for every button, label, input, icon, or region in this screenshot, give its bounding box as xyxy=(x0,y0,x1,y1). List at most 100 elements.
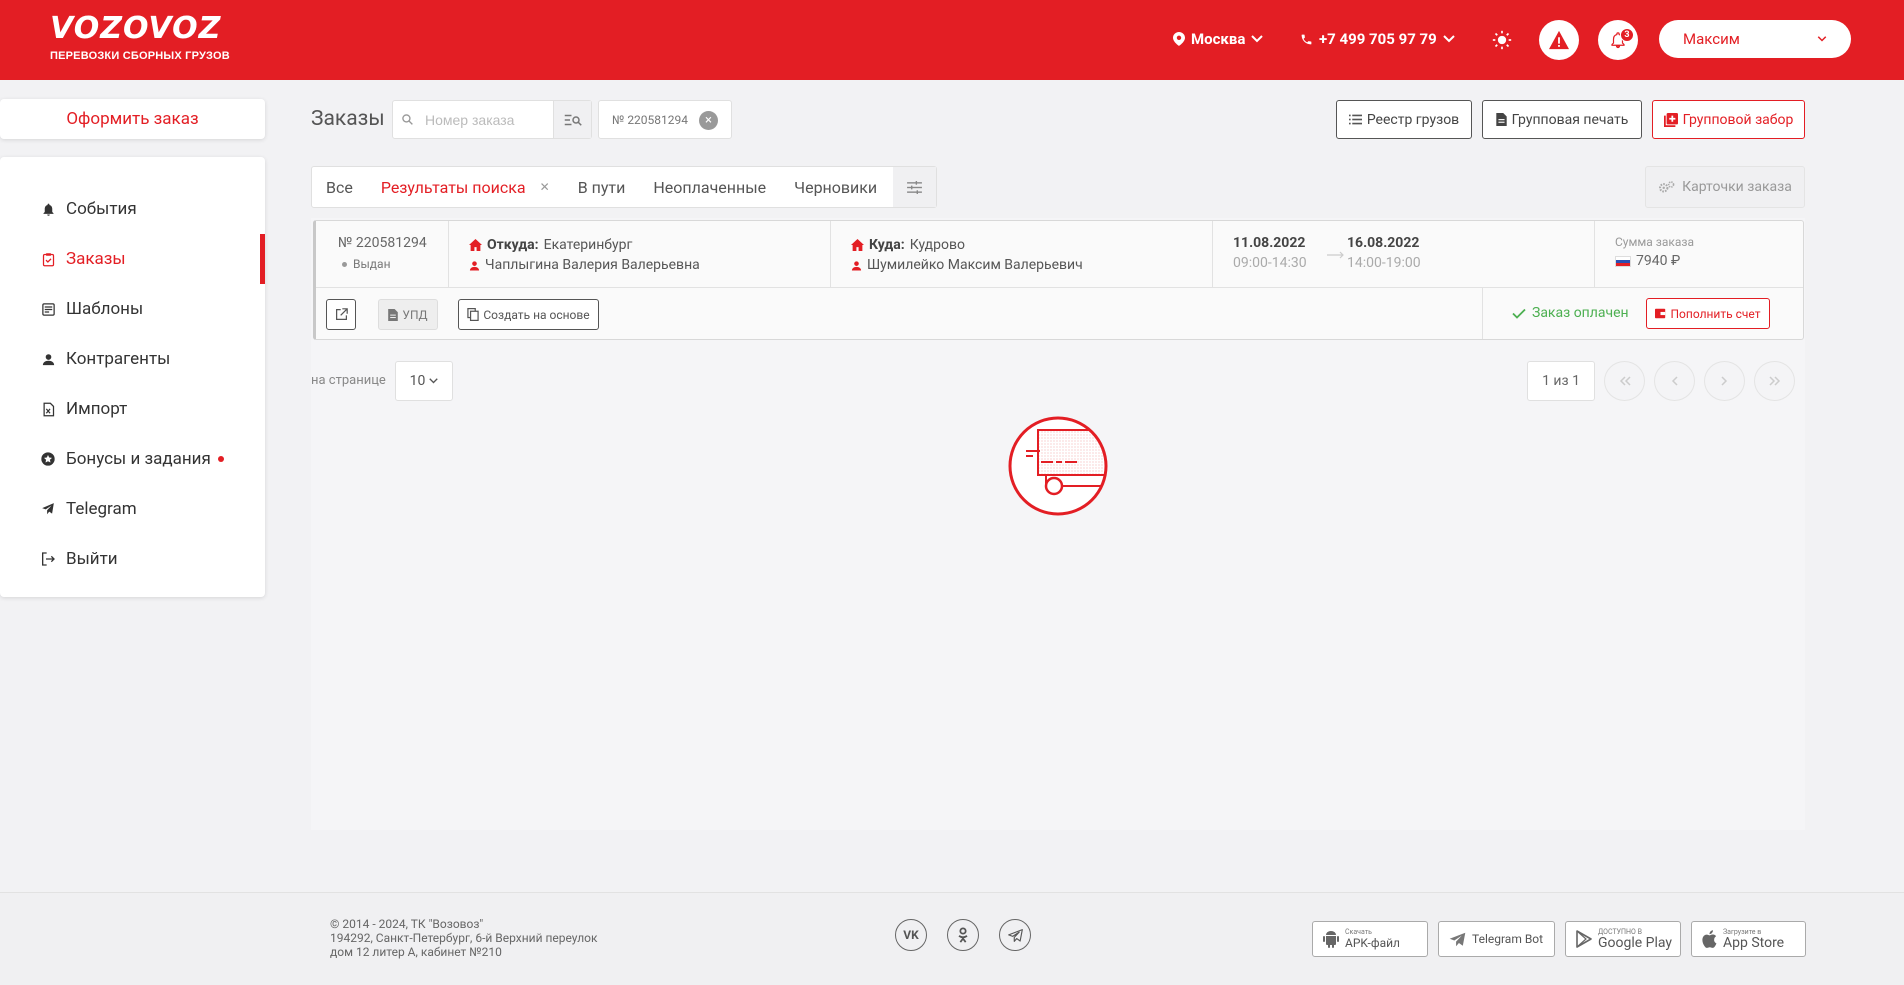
external-link-icon xyxy=(335,308,348,320)
paid-status: Заказ оплачен xyxy=(1512,305,1629,321)
close-icon[interactable]: ✕ xyxy=(540,180,550,194)
tab-all[interactable]: Все xyxy=(326,178,353,197)
page-title: Заказы xyxy=(311,107,385,131)
user-menu[interactable]: Максим xyxy=(1659,20,1851,58)
chevron-right-icon xyxy=(1721,376,1728,386)
button-label: Групповой забор xyxy=(1682,111,1794,128)
theme-toggle[interactable] xyxy=(1492,30,1512,54)
create-order-button[interactable]: Оформить заказ xyxy=(0,99,265,139)
per-page-value: 10 xyxy=(409,373,426,389)
order-status: Выдан xyxy=(342,257,448,271)
per-page-label: на странице xyxy=(311,373,386,388)
sidebar-item-orders[interactable]: Заказы xyxy=(0,234,265,284)
tab-label: В пути xyxy=(577,177,626,197)
apk-download-button[interactable]: Скачать APK-файл xyxy=(1312,921,1428,957)
create-based-on-button[interactable]: Создать на основе xyxy=(458,299,599,330)
phone-selector[interactable]: +7 499 705 97 79 xyxy=(1300,30,1455,48)
logout-icon xyxy=(40,551,56,567)
sliders-icon xyxy=(907,180,923,194)
button-label: Создать на основе xyxy=(483,307,590,322)
next-page-button[interactable] xyxy=(1704,361,1745,401)
copy-icon xyxy=(467,308,480,321)
group-pickup-button[interactable]: Групповой забор xyxy=(1652,100,1805,139)
sidebar-item-logout[interactable]: Выйти xyxy=(0,534,265,584)
app-store-button[interactable]: Загрузите в App Store xyxy=(1691,921,1806,957)
tab-unpaid[interactable]: Неоплаченные xyxy=(653,178,766,197)
button-label: Карточки заказа xyxy=(1682,179,1792,195)
person-icon xyxy=(40,351,56,367)
chevron-down-icon xyxy=(1251,35,1264,43)
order-search xyxy=(392,100,592,139)
time-to: 14:00-19:00 xyxy=(1347,255,1421,271)
chevron-down-icon xyxy=(429,378,439,384)
date-from: 11.08.2022 xyxy=(1233,235,1306,251)
address-line: 194292, Санкт-Петербург, 6-й Верхний пер… xyxy=(330,931,598,945)
store-text: ДОСТУПНО В Google Play xyxy=(1598,928,1672,950)
double-chevron-left-icon xyxy=(1619,376,1631,386)
sidebar-item-templates[interactable]: Шаблоны xyxy=(0,284,265,334)
telegram-icon[interactable] xyxy=(999,919,1031,951)
advanced-search-button[interactable] xyxy=(553,101,591,138)
open-order-button[interactable] xyxy=(326,299,356,330)
divider xyxy=(1482,288,1483,339)
document-icon xyxy=(1495,113,1507,126)
warning-button[interactable] xyxy=(1539,20,1579,60)
add-box-icon xyxy=(1663,112,1678,127)
search-input[interactable] xyxy=(421,104,566,135)
from-city: Екатеринбург xyxy=(543,237,633,253)
sidebar-item-label: Выйти xyxy=(66,549,118,569)
cargo-registry-button[interactable]: Реестр грузов xyxy=(1336,100,1472,139)
telegram-bot-button[interactable]: Telegram Bot xyxy=(1438,921,1555,957)
prev-page-button[interactable] xyxy=(1654,361,1695,401)
google-play-button[interactable]: ДОСТУПНО В Google Play xyxy=(1565,921,1681,957)
order-card[interactable]: № 220581294 Выдан Откуда: Екатеринбург Ч… xyxy=(313,220,1804,340)
wallet-icon xyxy=(1655,308,1666,319)
last-page-button[interactable] xyxy=(1754,361,1795,401)
paid-label: Заказ оплачен xyxy=(1532,305,1629,321)
from-person: Чаплыгина Валерия Валерьевна xyxy=(485,257,700,273)
tab-drafts[interactable]: Черновики xyxy=(794,178,877,197)
order-cards-button[interactable]: Карточки заказа xyxy=(1645,166,1805,208)
order-number-cell: № 220581294 Выдан xyxy=(316,221,449,288)
top-up-button[interactable]: Пополнить счет xyxy=(1646,298,1770,329)
close-icon[interactable]: × xyxy=(699,111,718,130)
sidebar-item-label: Импорт xyxy=(66,399,128,419)
to-label: Куда: xyxy=(869,237,905,253)
user-name: Максим xyxy=(1683,30,1740,48)
first-page-button[interactable] xyxy=(1604,361,1645,401)
from-city-line: Откуда: Екатеринбург xyxy=(469,235,830,255)
order-sum-cell: Сумма заказа 7940 ₽ xyxy=(1595,221,1804,288)
logo-tagline: ПЕРЕВОЗКИ СБОРНЫХ ГРУЗОВ xyxy=(50,50,230,62)
telegram-icon xyxy=(1449,932,1466,946)
tab-settings-button[interactable] xyxy=(893,167,937,207)
vk-icon[interactable]: VK xyxy=(895,919,927,951)
to-city-line: Куда: Кудрово xyxy=(851,235,1212,255)
sidebar-item-import[interactable]: Импорт xyxy=(0,384,265,434)
sun-icon xyxy=(1492,30,1512,50)
sum-label: Сумма заказа xyxy=(1615,235,1695,249)
notifications-button[interactable]: 3 xyxy=(1598,20,1638,60)
logo[interactable]: VOZOVOZ ПЕРЕВОЗКИ СБОРНЫХ ГРУЗОВ xyxy=(50,14,230,63)
tab-search-results[interactable]: Результаты поиска ✕ xyxy=(381,178,550,197)
tab-in-transit[interactable]: В пути xyxy=(578,178,626,197)
document-icon xyxy=(388,308,399,321)
notification-dot xyxy=(217,456,224,462)
city-label: Москва xyxy=(1191,30,1246,48)
clipboard-check-icon xyxy=(40,251,56,267)
odnoklassniki-icon[interactable] xyxy=(947,919,979,951)
sidebar-item-counterparties[interactable]: Контрагенты xyxy=(0,334,265,384)
city-selector[interactable]: Москва xyxy=(1173,30,1264,48)
sidebar-item-telegram[interactable]: Telegram xyxy=(0,484,265,534)
sidebar-item-label: Telegram xyxy=(66,499,137,519)
bell-icon xyxy=(40,201,56,217)
upd-button[interactable]: УПД xyxy=(378,299,438,330)
sidebar-item-label: Шаблоны xyxy=(66,299,144,319)
footer-company-info: © 2014 - 2024, ТК "Возовоз" 194292, Санк… xyxy=(330,917,598,959)
group-print-button[interactable]: Групповая печать xyxy=(1482,100,1642,139)
sum-value-line: 7940 ₽ xyxy=(1615,253,1804,269)
per-page-select[interactable]: 10 xyxy=(395,361,453,401)
button-label: УПД xyxy=(402,307,428,322)
sidebar-item-events[interactable]: События xyxy=(0,184,265,234)
tab-label: Результаты поиска xyxy=(380,177,526,197)
sidebar-item-bonuses[interactable]: Бонусы и задания xyxy=(0,434,265,484)
